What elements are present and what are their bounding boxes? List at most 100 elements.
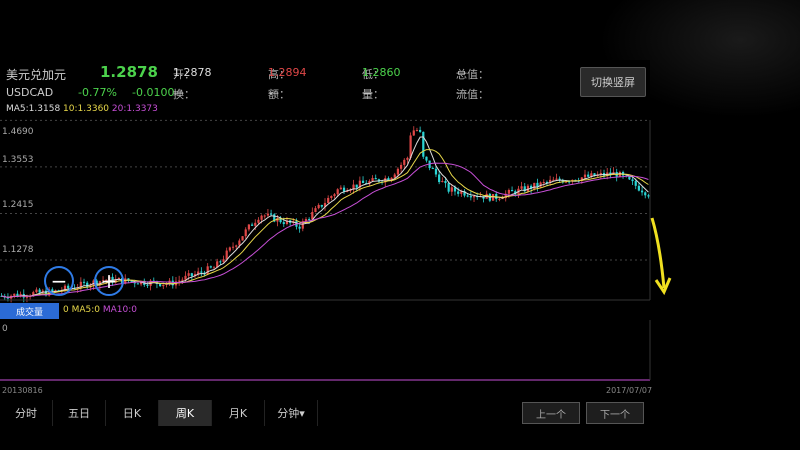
candle-body xyxy=(250,224,254,226)
candle-body xyxy=(178,280,181,282)
tab-minute[interactable]: 分钟▾ xyxy=(265,400,318,426)
candle-body xyxy=(263,215,266,217)
candle-body xyxy=(438,174,441,183)
candle-body xyxy=(399,164,403,169)
candle-body xyxy=(171,280,174,286)
prev-button[interactable]: 上一个 xyxy=(522,402,580,424)
candle-body xyxy=(200,271,203,273)
y-tick-1: 1.4690 xyxy=(2,127,34,137)
candle-body xyxy=(533,182,536,189)
candle-body xyxy=(640,190,644,193)
candle-body xyxy=(241,236,244,241)
candle-body xyxy=(254,222,257,226)
candle-body xyxy=(587,174,590,177)
candle-body xyxy=(13,293,16,296)
candle-body xyxy=(393,174,396,178)
candle-body xyxy=(419,129,422,132)
candle-body xyxy=(269,213,273,215)
tab-weekly-k[interactable]: 周K xyxy=(159,400,212,426)
candle-body xyxy=(542,182,545,184)
candle-body xyxy=(282,222,285,225)
annotation-arrow xyxy=(650,217,666,289)
candle-body xyxy=(209,266,212,268)
candle-body xyxy=(422,131,425,157)
candle-body xyxy=(434,168,438,175)
candle-body xyxy=(507,189,511,194)
candle-body xyxy=(187,273,190,276)
candle-body xyxy=(219,261,222,263)
candle-body xyxy=(225,250,228,260)
candle-body xyxy=(628,176,631,180)
candle-body xyxy=(536,182,539,187)
candle-body xyxy=(472,196,476,198)
candle-body xyxy=(38,289,41,293)
tab-monthly-k[interactable]: 月K xyxy=(212,400,265,426)
candle-body xyxy=(222,259,225,262)
candle-body xyxy=(644,192,647,196)
tab-five-day[interactable]: 五日 xyxy=(53,400,106,426)
volume-tag-button[interactable]: 成交量 xyxy=(0,303,59,319)
y-tick-2: 1.3553 xyxy=(2,155,34,165)
candle-body xyxy=(403,159,406,165)
candle-body xyxy=(339,187,342,190)
end-date: 2017/07/07 xyxy=(606,386,653,395)
candle-body xyxy=(441,181,444,183)
candle-body xyxy=(190,273,193,277)
candle-body xyxy=(317,204,320,209)
candle-body xyxy=(35,289,38,293)
y-tick-4: 1.1278 xyxy=(2,245,34,255)
candle-body xyxy=(466,195,469,197)
candle-body xyxy=(491,194,495,201)
candle-body xyxy=(25,296,29,298)
candle-body xyxy=(583,174,587,178)
tab-daily-k[interactable]: 日K xyxy=(106,400,159,426)
candle-body xyxy=(266,213,270,216)
candlestick-chart[interactable] xyxy=(0,0,800,450)
period-tabs: 分时 五日 日K 周K 月K 分钟▾ xyxy=(0,400,318,426)
candle-body xyxy=(412,130,415,136)
volume-ma-legend: 0 MA5:0 MA10:0 xyxy=(63,305,137,315)
candle-body xyxy=(330,196,333,198)
tab-intraday[interactable]: 分时 xyxy=(0,400,53,426)
candle-body xyxy=(320,204,323,207)
candle-body xyxy=(235,245,238,247)
candle-body xyxy=(361,180,365,184)
candle-body xyxy=(308,219,311,221)
candle-body xyxy=(314,208,317,212)
candle-body xyxy=(634,181,637,186)
candle-body xyxy=(447,183,450,192)
candle-body xyxy=(247,224,251,230)
candle-body xyxy=(257,219,260,223)
zoom-in-button[interactable]: + xyxy=(94,266,124,296)
zoom-out-button[interactable]: − xyxy=(44,266,74,296)
candle-body xyxy=(431,168,434,170)
candle-body xyxy=(162,284,165,287)
candle-body xyxy=(406,157,409,160)
candle-body xyxy=(228,247,231,251)
start-date: 20130816 xyxy=(2,386,43,395)
candle-body xyxy=(327,197,330,203)
candle-body xyxy=(244,229,247,237)
next-button[interactable]: 下一个 xyxy=(586,402,644,424)
y-tick-3: 1.2415 xyxy=(2,200,34,210)
candle-body xyxy=(520,186,523,189)
candle-body xyxy=(231,246,235,248)
volume-ma5: 0 MA5:0 xyxy=(63,305,100,315)
candle-body xyxy=(82,281,86,283)
candle-body xyxy=(181,279,184,281)
candle-body xyxy=(396,168,400,175)
candle-body xyxy=(425,156,428,161)
candle-body xyxy=(450,187,453,192)
candle-body xyxy=(238,240,241,246)
candle-body xyxy=(260,215,263,220)
candle-body xyxy=(212,267,216,269)
candle-body xyxy=(498,198,501,200)
candle-body xyxy=(355,184,358,188)
candle-body xyxy=(457,191,460,194)
candle-body xyxy=(510,189,514,192)
candle-body xyxy=(415,129,419,131)
candle-body xyxy=(206,266,209,275)
candle-body xyxy=(136,283,140,285)
candle-body xyxy=(647,195,650,197)
candle-body xyxy=(146,284,149,286)
